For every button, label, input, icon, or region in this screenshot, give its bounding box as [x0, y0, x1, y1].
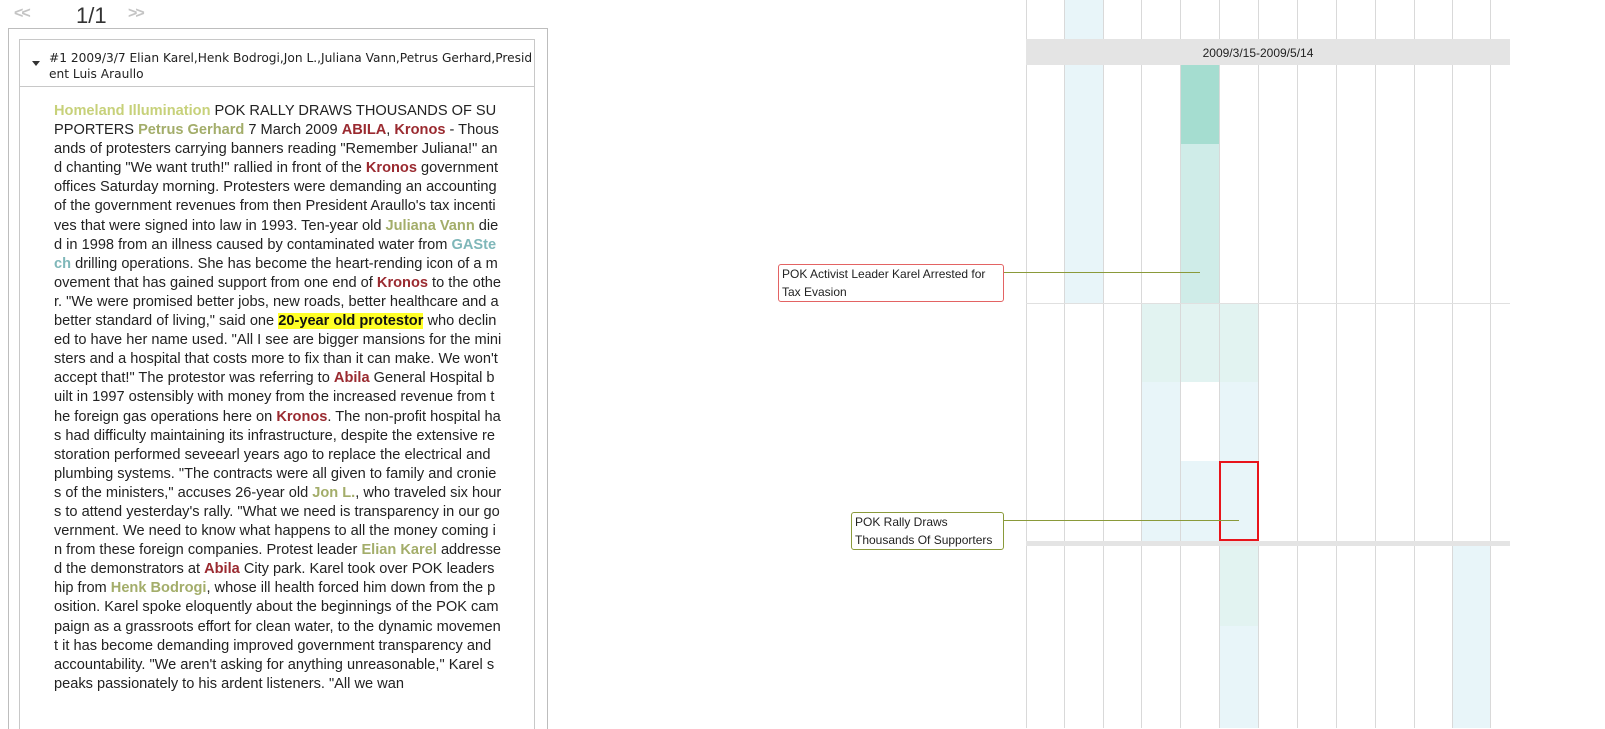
timeline-gridline — [1064, 0, 1065, 728]
timeline-row-divider — [1026, 303, 1510, 304]
timeline-gridline — [1258, 0, 1259, 728]
timeline-gridline — [1180, 0, 1181, 728]
timeline-gridline — [1375, 0, 1376, 728]
event-callout-karel-arrested[interactable]: POK Activist Leader Karel Arrested for T… — [778, 264, 1004, 302]
heatmap-cell[interactable] — [1452, 546, 1490, 626]
heatmap-cell[interactable] — [1141, 461, 1180, 541]
entity-highlight[interactable]: 20-year old protestor — [278, 313, 424, 330]
heatmap-cell[interactable] — [1219, 626, 1258, 728]
timeline-gridline — [1026, 0, 1027, 728]
event-leader-line — [1004, 272, 1200, 273]
heatmap-cell[interactable] — [1180, 461, 1219, 541]
timeline-gridline — [1219, 0, 1220, 728]
event-leader-line — [1004, 520, 1239, 521]
timeline-gridline — [1452, 0, 1453, 728]
entity-person[interactable]: Petrus Gerhard — [138, 122, 244, 138]
entity-location[interactable]: Kronos — [394, 122, 445, 138]
document-body: Homeland Illumination POK RALLY DRAWS TH… — [54, 103, 502, 692]
group-separator — [1026, 541, 1510, 546]
timeline-gridline — [1103, 0, 1104, 728]
entity-location[interactable]: ABILA — [342, 122, 387, 138]
entity-location[interactable]: Kronos — [366, 160, 417, 176]
timeline-heatmap: 2009/3/15-2009/5/14 — [1026, 0, 1510, 728]
event-callout-pok-rally[interactable]: POK Rally Draws Thousands Of Supporters — [851, 512, 1004, 550]
entity-person[interactable]: Juliana Vann — [386, 218, 475, 234]
heatmap-cell[interactable] — [1219, 303, 1258, 382]
selected-cell-highlight[interactable] — [1219, 461, 1259, 541]
timeline-gridline — [1141, 0, 1142, 728]
document-item: #1 2009/3/7 Elian Karel,Henk Bodrogi,Jon… — [19, 39, 535, 729]
timeline-gridline — [1490, 0, 1491, 728]
heatmap-cell[interactable] — [1064, 0, 1103, 39]
heatmap-cell[interactable] — [1141, 382, 1180, 461]
heatmap-cell[interactable] — [1219, 546, 1258, 626]
heatmap-cell[interactable] — [1180, 144, 1219, 223]
heatmap-cell[interactable] — [1180, 65, 1219, 144]
heatmap-cell[interactable] — [1219, 382, 1258, 461]
timeline-gridline — [1336, 0, 1337, 728]
entity-company[interactable]: GAStech — [54, 237, 496, 272]
entity-person[interactable]: Elian Karel — [361, 542, 436, 558]
heatmap-cell[interactable] — [1141, 303, 1180, 382]
document-header[interactable]: #1 2009/3/7 Elian Karel,Henk Bodrogi,Jon… — [20, 40, 534, 87]
entity-location[interactable]: Abila — [204, 561, 240, 577]
timeline-gridline — [1414, 0, 1415, 728]
entity-location[interactable]: Kronos — [276, 409, 327, 425]
entity-person[interactable]: Henk Bodrogi — [111, 580, 207, 596]
heatmap-cell[interactable] — [1064, 144, 1103, 223]
heatmap-cell[interactable] — [1180, 223, 1219, 303]
heatmap-cell[interactable] — [1064, 223, 1103, 303]
collapse-triangle-icon[interactable] — [32, 61, 40, 66]
heatmap-cell[interactable] — [1452, 626, 1490, 728]
timeline-gridline — [1297, 0, 1298, 728]
previous-page-button[interactable]: << — [14, 5, 31, 23]
next-page-button[interactable]: >> — [128, 5, 145, 23]
heatmap-cell[interactable] — [1064, 65, 1103, 144]
document-title: #1 2009/3/7 Elian Karel,Henk Bodrogi,Jon… — [49, 51, 533, 81]
period-label: 2009/3/15-2009/5/14 — [1202, 46, 1314, 60]
heatmap-cell[interactable] — [1180, 303, 1219, 382]
entity-location[interactable]: Abila — [334, 370, 370, 386]
entity-organization[interactable]: Homeland Illumination — [54, 103, 210, 119]
entity-location[interactable]: Kronos — [377, 275, 428, 291]
entity-person[interactable]: Jon L. — [312, 485, 355, 501]
page-indicator: 1/1 — [76, 3, 107, 28]
document-list-panel: #1 2009/3/7 Elian Karel,Henk Bodrogi,Jon… — [8, 28, 548, 729]
